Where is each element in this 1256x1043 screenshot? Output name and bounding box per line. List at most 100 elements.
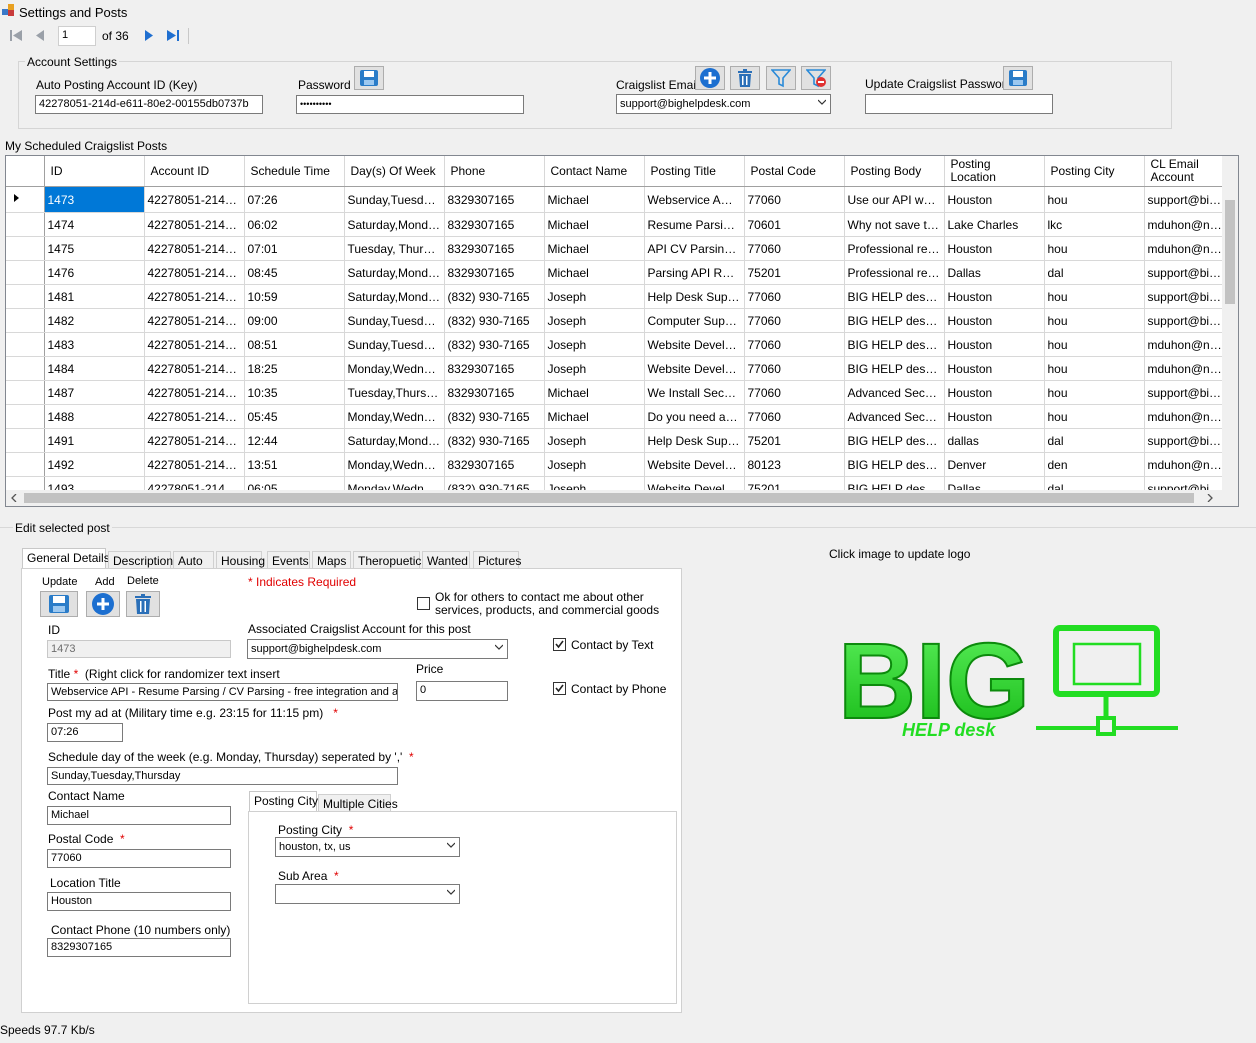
table-cell[interactable]: hou <box>1044 404 1145 429</box>
table-cell[interactable]: 09:00 <box>244 308 345 333</box>
column-header[interactable]: Schedule Time <box>244 156 345 187</box>
table-cell[interactable]: 1488 <box>44 404 145 429</box>
table-cell[interactable]: (832) 930-7165 <box>444 428 545 453</box>
table-cell[interactable]: 13:51 <box>244 452 345 477</box>
tab-general-details[interactable]: General Details <box>22 548 110 570</box>
contact-name-field[interactable]: Michael <box>47 806 231 825</box>
table-cell[interactable]: 1476 <box>44 260 145 285</box>
table-cell[interactable]: 1474 <box>44 212 145 237</box>
table-cell[interactable]: 75201 <box>744 428 845 453</box>
table-cell[interactable]: (832) 930-7165 <box>444 332 545 357</box>
table-cell[interactable]: BIG HELP desk i... <box>844 308 945 333</box>
table-cell[interactable]: BIG HELP desk i... <box>844 356 945 381</box>
next-record-icon[interactable] <box>143 28 155 42</box>
table-cell[interactable]: Houston <box>944 332 1045 357</box>
table-cell[interactable]: mduhon@newt <box>1144 332 1227 357</box>
table-cell[interactable]: We Install Securit... <box>644 380 745 405</box>
table-cell[interactable]: 18:25 <box>244 356 345 381</box>
table-cell[interactable]: 8329307165 <box>444 186 545 213</box>
table-cell[interactable]: Joseph <box>544 428 645 453</box>
tab-auto[interactable]: Auto <box>173 551 214 569</box>
first-record-icon[interactable] <box>9 28 23 42</box>
contact-phone-field[interactable]: 8329307165 <box>47 938 231 957</box>
table-cell[interactable]: Michael <box>544 212 645 237</box>
table-cell[interactable]: Michael <box>544 260 645 285</box>
table-cell[interactable]: Sunday,Tuesday,... <box>344 308 445 333</box>
table-cell[interactable]: hou <box>1044 236 1145 261</box>
table-cell[interactable]: Joseph <box>544 452 645 477</box>
table-cell[interactable]: Joseph <box>544 308 645 333</box>
table-row[interactable]: 1475 42278051-214d-... 07:01 Tuesday, Thurs… <box>6 236 1227 261</box>
table-cell[interactable]: 77060 <box>744 332 845 357</box>
table-cell[interactable]: 42278051-214d-... <box>144 452 245 477</box>
table-cell[interactable]: 77060 <box>744 284 845 309</box>
title-field[interactable]: Webservice API - Resume Parsing / CV Par… <box>47 683 398 701</box>
table-cell[interactable]: Do you need a S... <box>644 404 745 429</box>
tab-housing[interactable]: Housing <box>216 551 265 569</box>
table-cell[interactable]: support@bighe <box>1144 186 1227 213</box>
table-cell[interactable]: Denver <box>944 452 1045 477</box>
table-cell[interactable]: 08:51 <box>244 332 345 357</box>
table-cell[interactable]: 1484 <box>44 356 145 381</box>
table-cell[interactable]: hou <box>1044 284 1145 309</box>
row-header[interactable] <box>6 236 45 261</box>
table-cell[interactable]: BIG HELP desk i... <box>844 428 945 453</box>
table-cell[interactable]: Saturday,Monday... <box>344 428 445 453</box>
table-cell[interactable]: 42278051-214d-... <box>144 236 245 261</box>
ok-contact-checkbox[interactable] <box>417 597 430 610</box>
table-cell[interactable]: 77060 <box>744 308 845 333</box>
password-field[interactable]: •••••••••• <box>296 95 524 114</box>
table-cell[interactable]: Monday,Wednes... <box>344 356 445 381</box>
table-cell[interactable]: (832) 930-7165 <box>444 308 545 333</box>
table-cell[interactable]: Joseph <box>544 356 645 381</box>
scroll-left-icon[interactable] <box>10 494 18 502</box>
tab-pictures[interactable]: Pictures <box>473 551 521 569</box>
table-cell[interactable]: Monday,Wednes... <box>344 452 445 477</box>
table-cell[interactable]: 70601 <box>744 212 845 237</box>
table-row[interactable]: 1473 42278051-214d-... 07:26 Sunday,Tuesday… <box>6 186 1227 213</box>
table-cell[interactable]: 42278051-214d-... <box>144 332 245 357</box>
table-cell[interactable]: 42278051-214d-... <box>144 260 245 285</box>
table-cell[interactable]: 1475 <box>44 236 145 261</box>
table-cell[interactable]: Houston <box>944 284 1045 309</box>
table-cell[interactable]: Advanced Securi... <box>844 404 945 429</box>
table-cell[interactable]: 77060 <box>744 356 845 381</box>
table-cell[interactable]: 1473 <box>44 186 145 213</box>
tab-wanted[interactable]: Wanted <box>422 551 470 569</box>
account-id-field[interactable]: 42278051-214d-e611-80e2-00155db0737b <box>35 95 263 114</box>
table-cell[interactable]: Use our API web... <box>844 186 945 213</box>
tab-multiple-cities[interactable]: Multiple Cities <box>318 794 398 812</box>
row-header[interactable] <box>6 260 45 285</box>
table-cell[interactable]: mduhon@newt <box>1144 212 1227 237</box>
table-cell[interactable]: BIG HELP desk i... <box>844 452 945 477</box>
table-row[interactable]: 1484 42278051-214d-... 18:25 Monday,Wednes.… <box>6 356 1227 381</box>
row-header[interactable] <box>6 452 45 477</box>
table-cell[interactable]: 8329307165 <box>444 212 545 237</box>
table-cell[interactable]: 77060 <box>744 186 845 213</box>
table-cell[interactable]: Help Desk Supp... <box>644 428 745 453</box>
clear-filter-button[interactable] <box>801 66 831 90</box>
table-cell[interactable]: BIG HELP desk i... <box>844 332 945 357</box>
column-header[interactable]: Postal Code <box>744 156 845 187</box>
vertical-scroll-thumb[interactable] <box>1225 200 1235 304</box>
table-cell[interactable]: Tuesday,Thursda... <box>344 380 445 405</box>
table-cell[interactable]: hou <box>1044 380 1145 405</box>
column-header[interactable]: Contact Name <box>544 156 645 187</box>
table-cell[interactable]: 1483 <box>44 332 145 357</box>
table-cell[interactable]: dallas <box>944 428 1045 453</box>
table-cell[interactable]: 77060 <box>744 404 845 429</box>
last-record-icon[interactable] <box>166 28 180 42</box>
contact-by-text-checkbox[interactable] <box>553 638 566 651</box>
row-header[interactable] <box>6 332 45 357</box>
horizontal-scroll-thumb[interactable] <box>24 493 1194 503</box>
filter-button[interactable] <box>766 66 796 90</box>
table-cell[interactable]: mduhon@newt <box>1144 356 1227 381</box>
table-cell[interactable]: Houston <box>944 356 1045 381</box>
table-cell[interactable]: 42278051-214d-... <box>144 356 245 381</box>
table-row[interactable]: 1483 42278051-214d-... 08:51 Sunday,Tuesday… <box>6 332 1227 357</box>
column-header[interactable]: CL Email Account <box>1144 156 1227 187</box>
column-header[interactable]: Posting Body <box>844 156 945 187</box>
table-cell[interactable]: hou <box>1044 356 1145 381</box>
logo-image[interactable]: BIG HELP desk <box>837 618 1183 748</box>
table-cell[interactable]: 8329307165 <box>444 260 545 285</box>
